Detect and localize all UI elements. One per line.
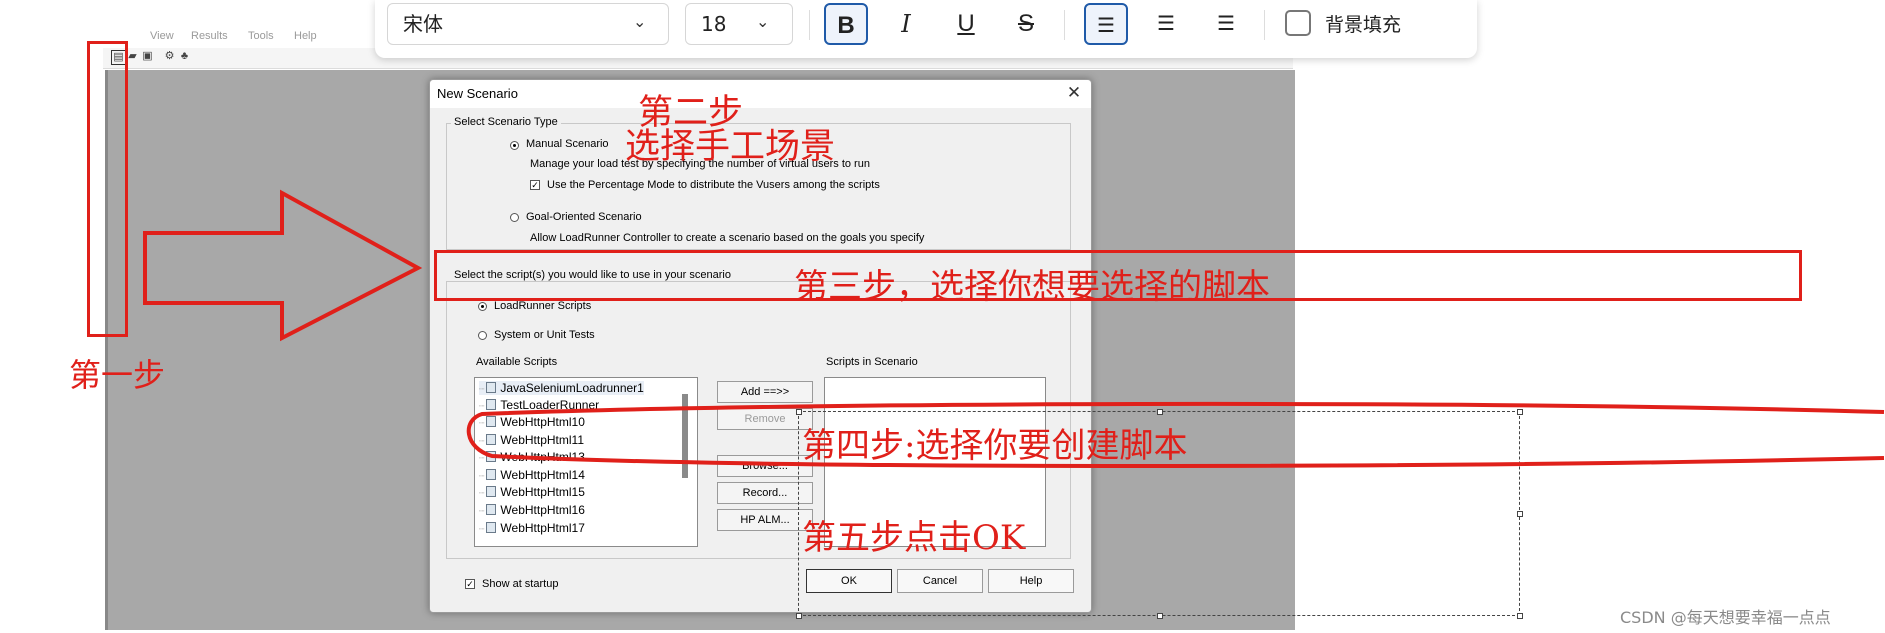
script-icon [486, 382, 497, 393]
font-family-select[interactable]: 宋体 ⌄ [387, 3, 669, 45]
loadrunner-scripts-radio[interactable] [478, 302, 487, 311]
step1-highlight-box [87, 41, 128, 337]
show-at-startup-label: Show at startup [482, 578, 559, 590]
percentage-mode-checkbox[interactable]: ✓ [530, 180, 540, 190]
step5-annotation: 第五步点击OK [802, 518, 1026, 558]
align-right-button[interactable]: ☰ [1204, 3, 1248, 45]
close-icon[interactable]: ✕ [1064, 83, 1084, 103]
scripts-in-scenario-label: Scripts in Scenario [826, 356, 918, 368]
system-tests-radio[interactable] [478, 331, 487, 340]
resize-handle[interactable] [796, 613, 802, 619]
resize-handle[interactable] [1517, 613, 1523, 619]
script-icon [486, 486, 497, 497]
manual-scenario-label: Manual Scenario [526, 138, 609, 150]
list-item[interactable]: ┈ WebHttpHtml17 [479, 521, 585, 535]
script-icon [486, 522, 497, 533]
goal-scenario-label: Goal-Oriented Scenario [526, 211, 642, 223]
run-icon[interactable]: ⚙ [163, 50, 176, 63]
loadrunner-scripts-label: LoadRunner Scripts [494, 300, 592, 312]
manual-scenario-radio[interactable] [510, 141, 519, 150]
toolbar-divider [809, 10, 810, 40]
dialog-title: New Scenario [437, 86, 518, 101]
chevron-down-icon: ⌄ [756, 14, 770, 31]
resize-handle[interactable] [1517, 511, 1523, 517]
chevron-down-icon: ⌄ [633, 14, 647, 31]
bold-button[interactable]: B [824, 3, 868, 45]
align-center-button[interactable]: ☰ [1144, 3, 1188, 45]
users-icon[interactable]: ♣ [178, 50, 191, 63]
step2-annotation-desc: 选择手工场景 [625, 127, 836, 167]
available-scripts-label: Available Scripts [476, 356, 558, 368]
toolbar-divider [1064, 10, 1065, 40]
step1-annotation: 第一步 [69, 356, 166, 394]
menu-help[interactable]: Help [294, 30, 317, 42]
format-toolbar: 宋体 ⌄ 18 ⌄ B I U S ☰ ☰ ☰ 背景填充 [375, 0, 1477, 58]
watermark: CSDN @每天想要幸福一点点 [1620, 608, 1831, 627]
list-item[interactable]: ┈ WebHttpHtml16 [479, 503, 585, 517]
align-left-button[interactable]: ☰ [1084, 3, 1128, 45]
goal-scenario-radio[interactable] [510, 213, 519, 222]
step3-annotation: 第三步，选择你想要选择的脚本 [794, 267, 1270, 307]
step4-annotation: 第四步:选择你要创建脚本 [802, 426, 1188, 466]
goal-scenario-desc: Allow LoadRunner Controller to create a … [530, 232, 925, 244]
font-family-value: 宋体 [403, 12, 443, 36]
fill-label: 背景填充 [1325, 14, 1402, 36]
toolbar-divider [1264, 10, 1265, 40]
list-item[interactable]: ┈ JavaSeleniumLoadrunner1 [479, 381, 644, 395]
system-tests-label: System or Unit Tests [494, 329, 595, 341]
strikethrough-button[interactable]: S [1004, 3, 1048, 45]
dialog-titlebar: New Scenario ✕ [430, 80, 1091, 108]
menu-tools[interactable]: Tools [248, 30, 274, 42]
underline-button[interactable]: U [944, 3, 988, 45]
menu-results[interactable]: Results [191, 30, 228, 42]
font-size-value: 18 [701, 12, 727, 36]
resize-handle[interactable] [1157, 613, 1163, 619]
font-size-select[interactable]: 18 ⌄ [685, 3, 793, 45]
italic-button[interactable]: I [884, 3, 928, 45]
fill-checkbox[interactable] [1285, 10, 1311, 36]
script-icon [486, 504, 497, 515]
list-item[interactable]: ┈ WebHttpHtml15 [479, 485, 585, 499]
scenario-type-legend: Select Scenario Type [451, 116, 561, 128]
menu-view[interactable]: View [150, 30, 174, 42]
show-at-startup-checkbox[interactable]: ✓ [465, 579, 475, 589]
arrow-shape [143, 189, 423, 342]
big-arrow-annotation [143, 189, 423, 342]
save-icon[interactable]: ▣ [141, 50, 154, 63]
percentage-mode-label: Use the Percentage Mode to distribute th… [547, 179, 880, 191]
